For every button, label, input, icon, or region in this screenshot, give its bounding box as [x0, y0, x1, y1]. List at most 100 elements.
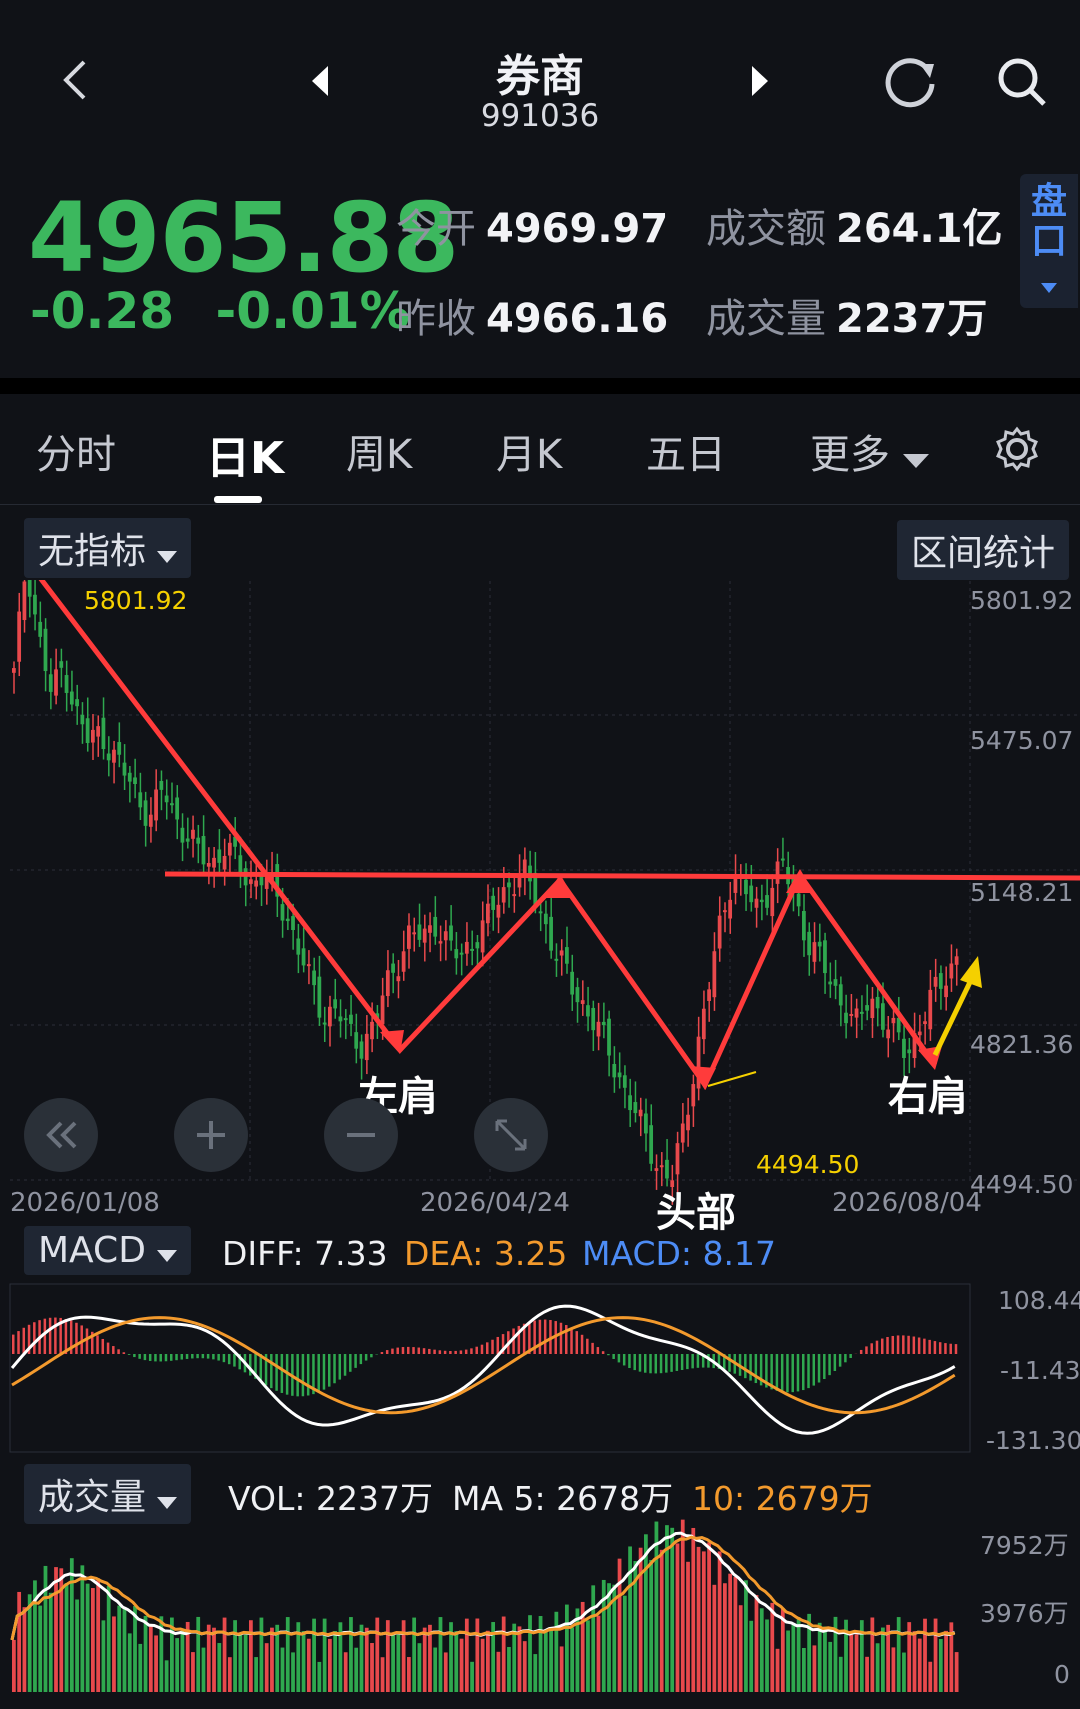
volume-bar — [744, 1580, 748, 1692]
candle-body — [491, 895, 496, 910]
candle-body — [917, 1031, 922, 1036]
macd-bar — [401, 1347, 405, 1354]
macd-bar — [470, 1348, 473, 1354]
tab-intraday[interactable]: 分时 — [36, 422, 116, 480]
macd-bar — [923, 1338, 926, 1354]
volume-bar — [675, 1543, 680, 1692]
search-button[interactable] — [990, 50, 1054, 114]
candle-body — [475, 942, 480, 949]
volume-bar — [917, 1638, 922, 1692]
macd-bar — [728, 1354, 731, 1372]
macd-bar — [865, 1346, 868, 1354]
candle-body — [170, 803, 174, 806]
candle-body — [254, 880, 259, 887]
range-stats-button[interactable]: 区间统计 — [897, 520, 1070, 580]
volume-bar — [817, 1622, 822, 1692]
scroll-left-button[interactable] — [24, 1098, 98, 1172]
candle-body — [433, 916, 438, 937]
macd-bar — [43, 1318, 47, 1354]
macd-y-tick-3: -131.30 — [986, 1426, 1080, 1455]
volume-bar — [496, 1651, 501, 1692]
macd-bar — [433, 1349, 436, 1354]
candle-body — [596, 1021, 601, 1037]
volume-chart[interactable] — [0, 1516, 1080, 1692]
volume-bar — [470, 1661, 474, 1692]
back-button[interactable] — [50, 50, 100, 110]
macd-bar — [385, 1350, 389, 1354]
minus-icon — [347, 1133, 375, 1137]
macd-y-tick-1: 108.44 — [998, 1286, 1080, 1315]
macd-bar — [222, 1354, 226, 1363]
macd-bar — [938, 1342, 942, 1354]
prev-stock-button[interactable] — [300, 56, 340, 106]
volume-bar — [517, 1626, 522, 1692]
volume-bar — [501, 1616, 506, 1692]
volume-bar — [280, 1647, 285, 1692]
macd-bar — [891, 1335, 895, 1354]
macd-bar — [206, 1354, 210, 1359]
candle-body — [486, 903, 490, 924]
candle-body — [580, 1000, 585, 1004]
chart-settings-button[interactable] — [990, 422, 1044, 476]
candle-body — [543, 913, 548, 925]
volume-bar — [259, 1617, 264, 1692]
tab-daily-k[interactable]: 日K — [206, 422, 284, 486]
candle-body — [159, 780, 164, 790]
volume-bar — [285, 1617, 290, 1692]
next-stock-button[interactable] — [740, 56, 780, 106]
pankou-label: 盘口 — [1030, 181, 1067, 262]
volume-label: 成交量 — [706, 296, 826, 342]
volume-bar — [875, 1643, 880, 1692]
macd-bar — [475, 1346, 478, 1354]
volume-bar — [422, 1627, 427, 1692]
candle-body — [928, 989, 933, 1030]
volume-select[interactable]: 成交量 — [24, 1464, 192, 1524]
macd-bar — [175, 1354, 178, 1361]
volume-bar — [838, 1656, 843, 1692]
macd-value: MACD: 8.17 — [582, 1234, 777, 1273]
candle-body — [417, 924, 422, 940]
macd-bar — [464, 1349, 468, 1354]
macd-bar — [486, 1342, 489, 1354]
tab-more-label: 更多 — [810, 432, 890, 478]
macd-bar — [117, 1349, 120, 1354]
zoom-out-button[interactable] — [324, 1098, 398, 1172]
volume-bar — [122, 1606, 127, 1692]
header-bar: 券商 991036 — [0, 0, 1080, 165]
macd-bar — [902, 1335, 905, 1354]
macd-bar — [933, 1341, 937, 1354]
macd-bar — [422, 1348, 426, 1354]
pankou-button[interactable]: 盘口 — [1020, 174, 1078, 308]
macd-bar — [570, 1327, 573, 1354]
zoom-in-button[interactable] — [174, 1098, 248, 1172]
volume-bar — [538, 1616, 543, 1692]
candle-body — [617, 1072, 622, 1078]
macd-select[interactable]: MACD — [24, 1226, 192, 1275]
fullscreen-button[interactable] — [474, 1098, 548, 1172]
y-tick-2: 5475.07 — [970, 726, 1074, 755]
candle-body — [807, 931, 812, 956]
volume-bar — [191, 1652, 195, 1692]
candle-body — [285, 918, 290, 922]
indicator-select[interactable]: 无指标 — [24, 518, 192, 578]
volume-bar — [670, 1527, 675, 1692]
volume-bar — [196, 1616, 201, 1692]
tab-monthly-k[interactable]: 月K — [496, 422, 562, 480]
candle-body — [48, 674, 53, 692]
y-tick-5: 4494.50 — [970, 1170, 1074, 1199]
candle-body — [407, 925, 411, 949]
tab-weekly-k[interactable]: 周K — [346, 422, 412, 480]
macd-bar — [944, 1343, 947, 1354]
candle-body — [438, 941, 443, 944]
volume-bar — [91, 1588, 95, 1692]
macd-bar — [280, 1354, 284, 1393]
volume-bar — [328, 1638, 332, 1692]
macd-chart[interactable] — [0, 1282, 1080, 1454]
volume-bar — [38, 1605, 43, 1692]
volume-bar — [43, 1565, 48, 1692]
tab-five-day[interactable]: 五日 — [646, 422, 726, 480]
candle-body — [538, 911, 543, 914]
tab-more[interactable]: 更多 — [810, 422, 929, 480]
candle-body — [164, 795, 169, 803]
refresh-button[interactable] — [880, 50, 944, 114]
